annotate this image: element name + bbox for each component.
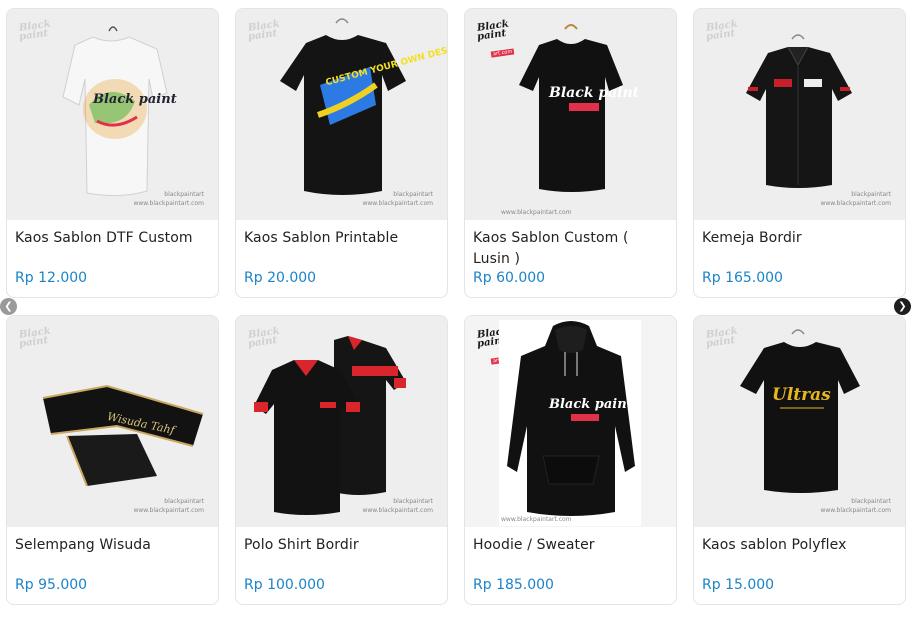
product-name[interactable]: Kemeja Bordir — [702, 228, 897, 270]
product-price: Rp 20.000 — [244, 270, 317, 286]
product-card[interactable]: Blackpaintart.com Black paint www.blackp… — [464, 315, 677, 605]
product-card[interactable]: Black paint Ultras blackpaintart www.black… — [693, 315, 906, 605]
chevron-left-icon: ❮ — [4, 301, 13, 312]
watermark: blackpaintart www.blackpaintart.com — [820, 191, 891, 207]
product-name[interactable]: Kaos Sablon DTF Custom — [15, 228, 210, 270]
watermark: blackpaintart www.blackpaintart.com — [820, 498, 891, 514]
watermark: blackpaintart www.blackpaintart.com — [133, 498, 204, 514]
product-price: Rp 185.000 — [473, 577, 554, 593]
product-card[interactable]: Blackpaintart.com Black paint www.blackp… — [464, 8, 677, 298]
watermark: blackpaintart www.blackpaintart.com — [362, 191, 433, 207]
svg-text:Ultras: Ultras — [772, 385, 831, 405]
carousel-prev-button[interactable]: ❮ — [0, 298, 17, 315]
product-price: Rp 60.000 — [473, 270, 546, 286]
product-name[interactable]: Hoodie / Sweater — [473, 535, 668, 577]
hoodie-image: Black paint — [499, 320, 641, 526]
product-price: Rp 95.000 — [15, 577, 88, 593]
product-card[interactable]: Black paint CUSTOM YOUR OWN DESIGN blackp… — [235, 8, 448, 298]
product-name[interactable]: Polo Shirt Bordir — [244, 535, 439, 577]
product-image[interactable]: Black paint Wisuda Tahf blackpaintart www.… — [7, 316, 218, 527]
black-tshirt-image: Ultras — [740, 329, 860, 493]
watermark: www.blackpaintart.com — [501, 209, 572, 216]
product-price: Rp 12.000 — [15, 270, 88, 286]
svg-text:Black paint: Black paint — [92, 92, 177, 107]
black-tshirt-image: Black paint — [519, 24, 640, 192]
white-tshirt-image: Black paint — [62, 26, 177, 197]
product-name[interactable]: Selempang Wisuda — [15, 535, 210, 577]
product-image[interactable]: Black paint blackpaintart www.blackpaintar… — [236, 316, 447, 527]
product-price: Rp 165.000 — [702, 270, 783, 286]
watermark: www.blackpaintart.com — [501, 516, 572, 523]
watermark: blackpaintart www.blackpaintart.com — [133, 191, 204, 207]
product-name[interactable]: Kaos sablon Polyflex — [702, 535, 897, 577]
product-card[interactable]: Black paint blackpaintart www.blackpaintar… — [235, 315, 448, 605]
carousel-next-button[interactable]: ❯ — [894, 298, 911, 315]
product-card[interactable]: Black paint Wisuda Tahf blackpaintart www.… — [6, 315, 219, 605]
product-name[interactable]: Kaos Sablon Custom ( Lusin ) — [473, 228, 668, 270]
product-price: Rp 15.000 — [702, 577, 775, 593]
watermark: blackpaintart www.blackpaintart.com — [362, 498, 433, 514]
product-image[interactable]: Black paint CUSTOM YOUR OWN DESIGN blackp… — [236, 9, 447, 220]
svg-text:Black paint: Black paint — [548, 85, 640, 101]
black-shirt-image — [746, 34, 852, 188]
polo-shirt-image — [254, 336, 406, 515]
chevron-right-icon: ❯ — [898, 301, 907, 312]
svg-text:Black paint: Black paint — [548, 397, 633, 412]
product-image[interactable]: Black paint blackpaintart www.blackpaintar… — [694, 9, 905, 220]
product-image[interactable]: Black paint Black paint blackpaintart www.… — [7, 9, 218, 220]
product-price: Rp 100.000 — [244, 577, 325, 593]
product-grid: Black paint Black paint blackpaintart www.… — [6, 8, 906, 605]
product-name[interactable]: Kaos Sablon Printable — [244, 228, 439, 270]
product-image[interactable]: Blackpaintart.com Black paint www.blackp… — [465, 316, 676, 527]
graduation-sash-image: Wisuda Tahf — [42, 384, 204, 487]
product-card[interactable]: Black paint blackpaintart www.blackpaintar… — [693, 8, 906, 298]
product-image[interactable]: Black paint Ultras blackpaintart www.black… — [694, 316, 905, 527]
product-image[interactable]: Blackpaintart.com Black paint www.blackp… — [465, 9, 676, 220]
black-tshirt-image: CUSTOM YOUR OWN DESIGN — [280, 18, 447, 195]
product-card[interactable]: Black paint Black paint blackpaintart www.… — [6, 8, 219, 298]
